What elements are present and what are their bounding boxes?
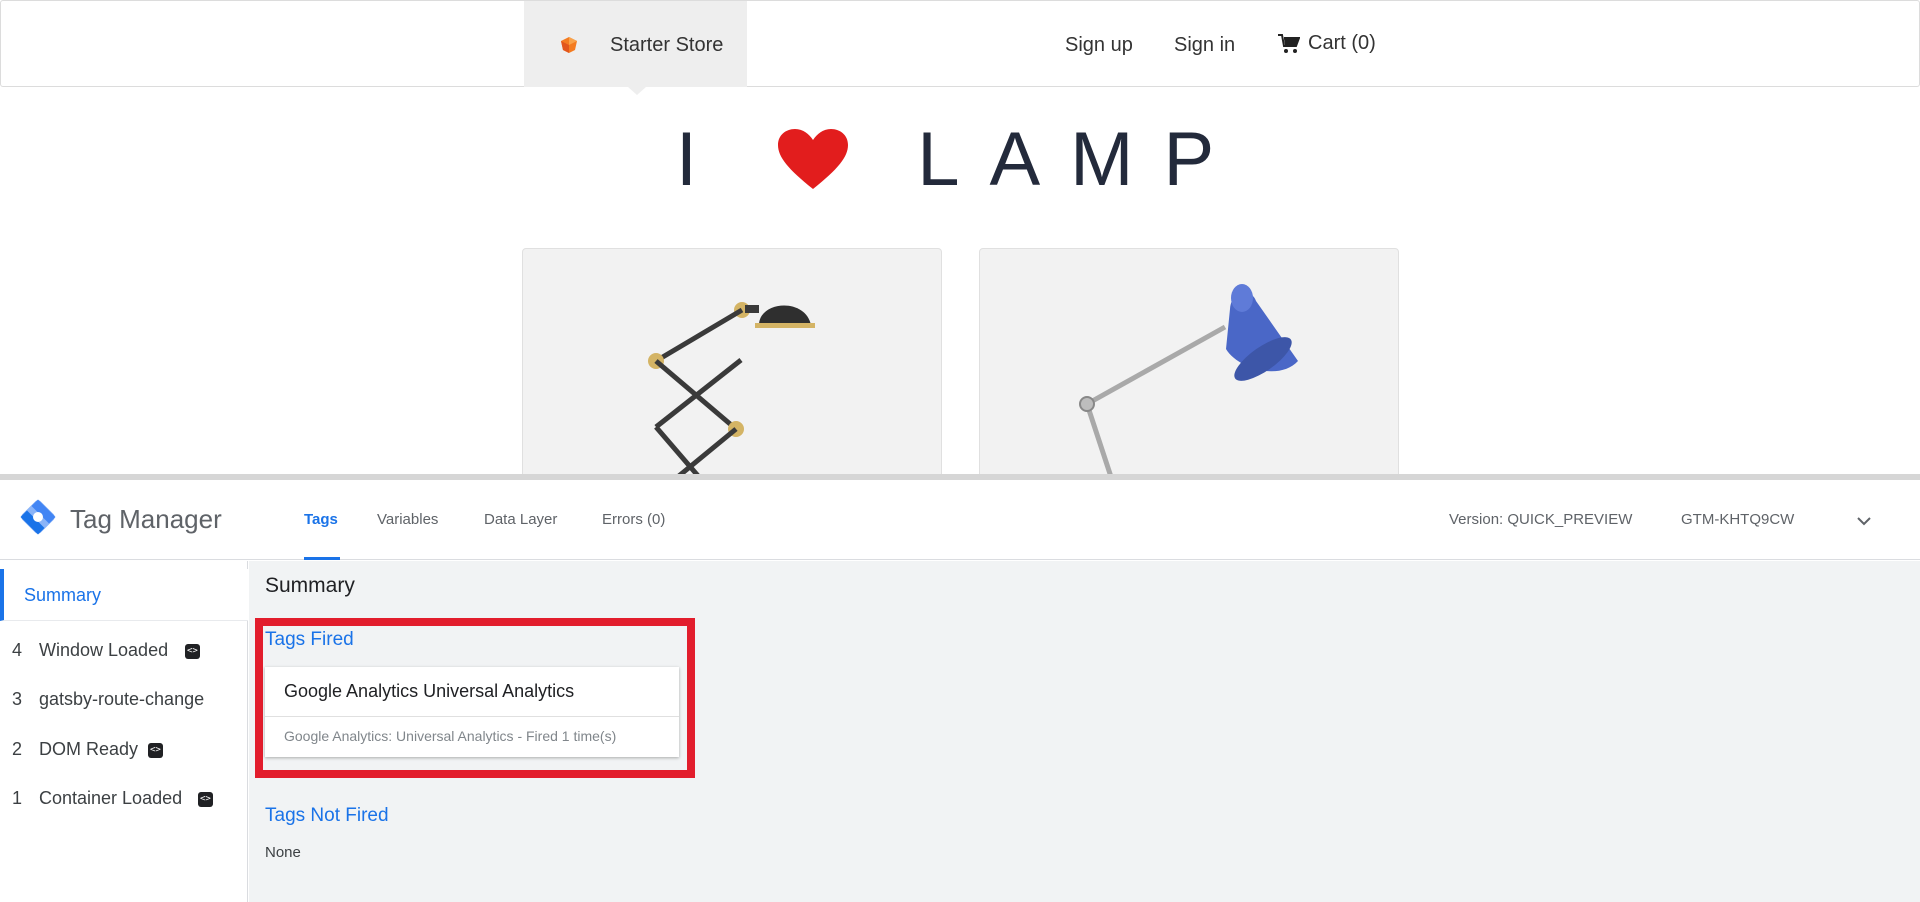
code-icon	[148, 743, 163, 758]
tags-not-fired-heading: Tags Not Fired	[265, 805, 389, 826]
event-sidebar: Summary 4 Window Loaded 3 gatsby-route-c…	[0, 561, 248, 902]
tab-tags[interactable]: Tags	[304, 511, 338, 528]
event-label: gatsby-route-change	[39, 689, 205, 709]
code-icon	[198, 792, 213, 807]
event-number: 2	[12, 739, 23, 759]
tag-card-divider	[265, 716, 679, 717]
brand-caret	[628, 87, 646, 95]
product-card-black-lamp[interactable]	[522, 248, 942, 478]
sidebar-event-container-loaded[interactable]: 1 Container Loaded	[0, 778, 248, 818]
summary-content: Summary Tags Fired Google Analytics Univ…	[249, 561, 1920, 902]
version-label: Version: QUICK_PREVIEW	[1449, 511, 1633, 528]
container-id: GTM-KHTQ9CW	[1681, 511, 1795, 528]
code-icon	[185, 644, 200, 659]
sidebar-event-window-loaded[interactable]: 4 Window Loaded	[0, 630, 248, 670]
cart-link[interactable]: Cart (0)	[1278, 32, 1376, 55]
chevron-down-icon[interactable]	[1855, 512, 1873, 530]
active-tab-indicator	[304, 557, 340, 560]
tab-errors[interactable]: Errors (0)	[602, 511, 665, 528]
tag-card-google-analytics[interactable]: Google Analytics Universal Analytics Goo…	[265, 667, 679, 757]
tags-fired-heading: Tags Fired	[265, 629, 354, 650]
sign-in-link[interactable]: Sign in	[1174, 34, 1235, 57]
tag-manager-panel: Tag Manager Tags Variables Data Layer Er…	[0, 480, 1920, 902]
event-label: Window Loaded	[39, 640, 169, 660]
sidebar-event-dom-ready[interactable]: 2 DOM Ready	[0, 729, 248, 769]
sign-up-link[interactable]: Sign up	[1065, 34, 1133, 57]
hero-heading: I LAMP	[0, 118, 1920, 202]
heart-icon	[778, 128, 849, 189]
cart-icon	[1278, 33, 1300, 53]
tag-name: Google Analytics Universal Analytics	[284, 681, 575, 701]
event-number: 1	[12, 788, 23, 808]
cart-label: Cart (0)	[1308, 32, 1376, 54]
hero-right: LAMP	[917, 117, 1245, 202]
event-label: Container Loaded	[39, 788, 183, 808]
tag-manager-toolbar: Tag Manager Tags Variables Data Layer Er…	[0, 480, 1920, 560]
event-label: DOM Ready	[39, 739, 139, 759]
black-lamp-image	[648, 302, 815, 477]
sidebar-item-summary[interactable]: Summary	[0, 569, 248, 621]
event-number: 3	[12, 689, 23, 709]
brand-link[interactable]: Starter Store	[524, 1, 747, 95]
hero-left: I	[675, 117, 727, 202]
tab-data-layer[interactable]: Data Layer	[484, 511, 557, 528]
sidebar-summary-label: Summary	[24, 585, 102, 605]
store-header: Starter Store Sign up Sign in Cart (0)	[0, 0, 1920, 95]
tag-manager-logo-icon	[20, 499, 56, 535]
blue-lamp-image	[1079, 284, 1298, 477]
store-name: Starter Store	[610, 34, 724, 56]
sidebar-event-gatsby-route-change[interactable]: 3 gatsby-route-change	[0, 679, 248, 719]
product-card-blue-lamp[interactable]	[979, 248, 1399, 478]
tag-detail: Google Analytics: Universal Analytics - …	[284, 728, 617, 744]
event-number: 4	[12, 640, 23, 660]
tags-not-fired-value: None	[265, 844, 301, 861]
store-logo-icon	[561, 37, 577, 53]
tag-manager-title: Tag Manager	[70, 504, 222, 534]
summary-title: Summary	[265, 574, 355, 597]
tab-variables[interactable]: Variables	[377, 511, 438, 528]
